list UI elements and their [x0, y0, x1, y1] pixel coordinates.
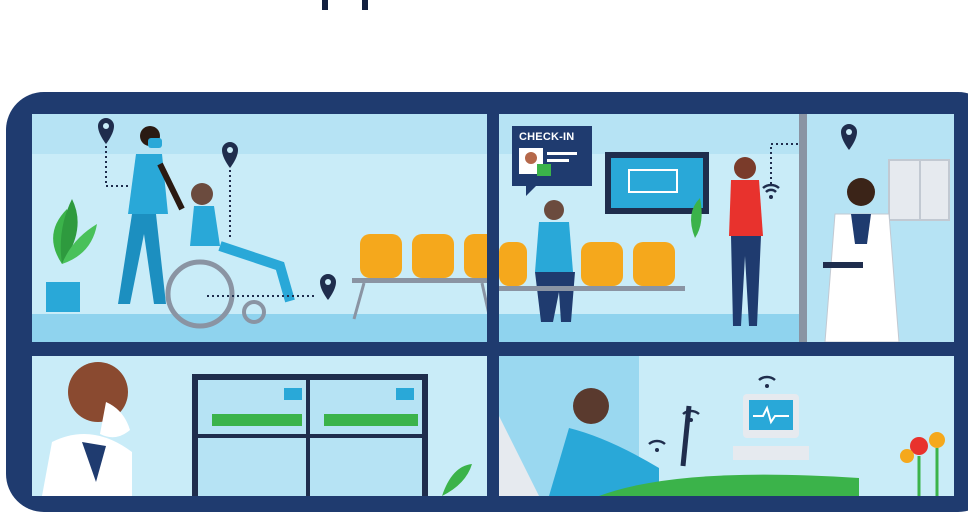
wheelchair-patient [165, 183, 295, 329]
monitoring-screen [192, 374, 428, 496]
heartbeat-monitor-icon [396, 388, 414, 400]
scene-wheelchair-hallway [32, 114, 487, 342]
seated-patient [535, 200, 575, 322]
potted-plant [46, 199, 97, 312]
scene-remote-patient-monitoring [32, 356, 487, 496]
checkmark-icon [537, 164, 551, 176]
waiting-chairs [499, 242, 685, 291]
wall-display [605, 152, 709, 214]
scene-waiting-room-checkin: CHECK-IN [499, 114, 954, 342]
checkin-label: CHECK-IN [519, 131, 575, 143]
scene-patient-bed-telemetry [499, 356, 954, 496]
wifi-icon [762, 183, 780, 199]
wifi-icon [758, 375, 776, 388]
page-heading-fragment [322, 0, 368, 10]
clinician-figure [42, 362, 132, 496]
location-pin-icon [222, 142, 238, 168]
heartbeat-monitor-icon [284, 388, 302, 400]
waiting-chairs [352, 234, 487, 320]
wifi-icon [648, 439, 666, 452]
flower-vase [900, 432, 945, 496]
vitals-monitor [733, 394, 809, 460]
location-pin-icon [320, 274, 336, 300]
